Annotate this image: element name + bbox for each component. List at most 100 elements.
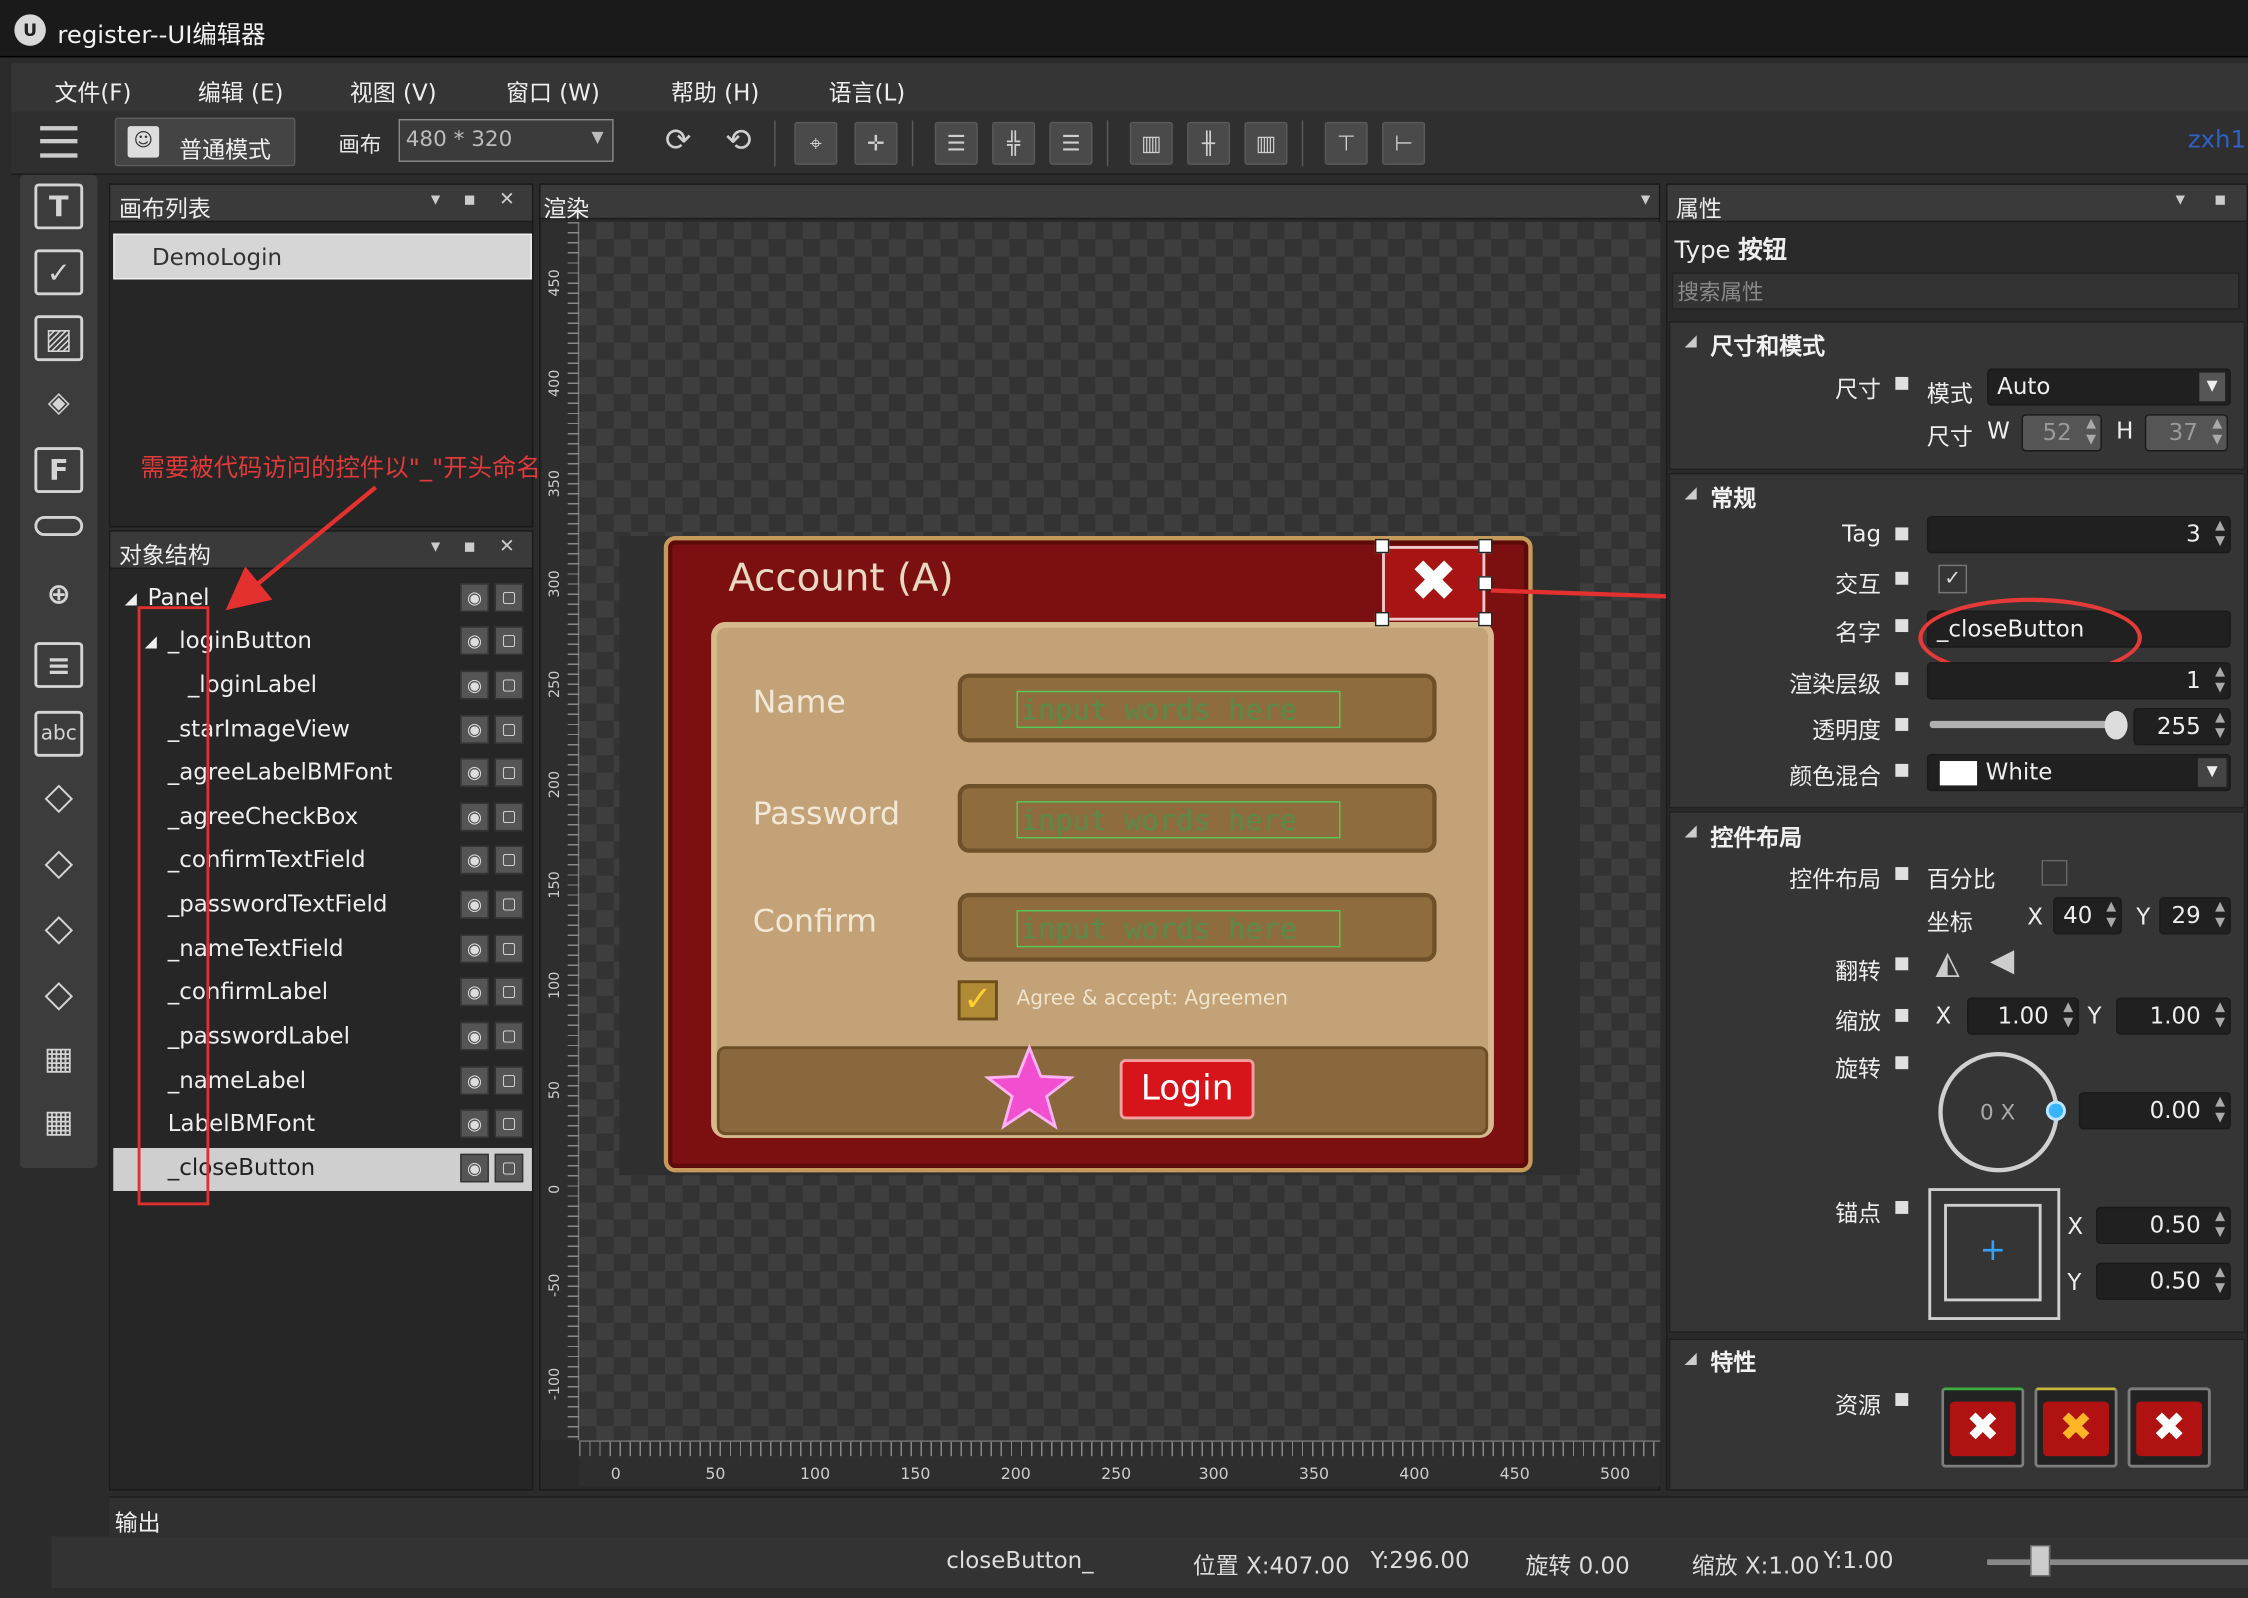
flip-horizontal-icon[interactable]: ◭ <box>1935 946 1959 982</box>
visibility-icon[interactable]: ◉ <box>460 802 489 832</box>
collapse-triangle-icon[interactable]: ◢ <box>1685 1349 1697 1368</box>
canvas-list-item[interactable]: DemoLogin <box>113 233 532 280</box>
property-marker-icon[interactable] <box>1895 763 1909 777</box>
spinner-icon[interactable]: ▲ ▼ <box>2215 900 2225 932</box>
property-marker-icon[interactable] <box>1895 672 1909 686</box>
scrollview-widget-icon[interactable]: ◇ <box>34 843 83 889</box>
property-marker-icon[interactable] <box>1895 1056 1909 1070</box>
opacity-slider-thumb[interactable] <box>2104 710 2128 740</box>
move-tool-icon[interactable]: ✛ <box>854 121 898 165</box>
name-textfield[interactable]: input words here <box>957 673 1437 743</box>
selection-handle[interactable] <box>1374 611 1390 627</box>
zoom-slider-thumb[interactable] <box>2030 1544 2051 1577</box>
normal-resource-thumb[interactable]: ✖ <box>1941 1387 2025 1468</box>
spinner-icon[interactable]: ▲ ▼ <box>2215 519 2225 551</box>
align-bottom-icon[interactable]: ☰ <box>1049 121 1093 165</box>
user-label[interactable]: zxh1 <box>2188 126 2246 155</box>
textfield-widget-icon[interactable]: abc <box>34 710 84 757</box>
scale-y-field[interactable]: 1.00 ▲ ▼ <box>2116 997 2231 1035</box>
mode-button[interactable]: ☺ 普通模式 <box>114 117 296 167</box>
menu-language[interactable]: 语言(L) <box>829 73 906 107</box>
opacity-field[interactable]: 255 ▲ ▼ <box>2133 708 2231 746</box>
checkbox-widget-icon[interactable]: ✓ <box>34 249 84 296</box>
flip-vertical-icon[interactable]: ◀ <box>1990 943 2014 979</box>
zoom-slider[interactable] <box>1987 1559 2248 1566</box>
selection-handle[interactable] <box>1478 576 1493 591</box>
lock-icon[interactable]: ▢ <box>494 715 524 744</box>
visibility-icon[interactable]: ◉ <box>460 1109 489 1138</box>
lock-icon[interactable]: ▢ <box>494 802 524 832</box>
spinner-icon[interactable]: ▲ ▼ <box>2215 1000 2225 1032</box>
visibility-icon[interactable]: ◉ <box>460 845 489 875</box>
spinner-icon[interactable]: ▲ ▼ <box>2063 1000 2073 1032</box>
panel-controls-icon[interactable]: ▾ ▪ ✕ <box>431 189 523 210</box>
confirm-label[interactable]: Confirm <box>753 904 877 940</box>
spinner-icon[interactable]: ▲ ▼ <box>2086 417 2096 449</box>
visibility-icon[interactable]: ◉ <box>460 977 489 1007</box>
hamburger-menu-icon[interactable] <box>40 126 78 158</box>
selection-handle[interactable] <box>1478 538 1493 554</box>
align-middle-icon[interactable]: ╬ <box>992 121 1036 165</box>
agree-label[interactable]: Agree & accept: Agreemen <box>1016 987 1287 1010</box>
grid2-widget-icon[interactable]: ▦ <box>34 1104 83 1150</box>
spinner-icon[interactable]: ▲ ▼ <box>2215 665 2225 697</box>
property-marker-icon[interactable] <box>1895 1393 1909 1406</box>
collapse-triangle-icon[interactable]: ◢ <box>1685 331 1697 350</box>
confirm-textfield[interactable]: input words here <box>957 892 1437 962</box>
lock-icon[interactable]: ▢ <box>494 934 524 964</box>
image-widget-icon[interactable]: ▨ <box>34 315 84 362</box>
height-field[interactable]: 37 ▲ ▼ <box>2144 414 2228 452</box>
spinner-icon[interactable]: ▲ ▼ <box>2215 1095 2225 1127</box>
menu-view[interactable]: 视图 (V) <box>350 73 437 107</box>
menu-file[interactable]: 文件(F) <box>54 73 131 107</box>
visibility-icon[interactable]: ◉ <box>460 934 489 964</box>
visibility-icon[interactable]: ◉ <box>460 715 489 744</box>
property-marker-icon[interactable] <box>1895 571 1909 585</box>
spinner-icon[interactable]: ▲ ▼ <box>2106 900 2116 932</box>
menu-help[interactable]: 帮助 (H) <box>671 73 759 107</box>
selection-handle[interactable] <box>1478 611 1493 627</box>
lock-icon[interactable]: ▢ <box>494 977 524 1007</box>
lock-icon[interactable]: ▢ <box>494 845 524 875</box>
visibility-icon[interactable]: ◉ <box>460 1153 489 1183</box>
spinner-icon[interactable]: ▲ ▼ <box>2212 417 2222 449</box>
panel-controls-icon[interactable]: ▾ ▪ <box>2176 189 2238 210</box>
lock-icon[interactable]: ▢ <box>494 1153 524 1183</box>
property-marker-icon[interactable] <box>1895 619 1909 633</box>
tag-widget-icon[interactable]: ◈ <box>34 381 83 427</box>
lock-icon[interactable]: ▢ <box>494 890 524 919</box>
color-blend-select[interactable]: White ▼ <box>1926 753 2231 792</box>
align-right-icon[interactable]: ▥ <box>1244 121 1288 165</box>
visibility-icon[interactable]: ◉ <box>460 1066 489 1095</box>
listview-widget-icon[interactable]: ◇ <box>34 909 83 955</box>
visibility-icon[interactable]: ◉ <box>460 890 489 919</box>
pos-x-field[interactable]: 40 ▲ ▼ <box>2053 897 2122 935</box>
canvas-size-select[interactable]: 480 * 320 ▼ <box>398 118 614 162</box>
visibility-icon[interactable]: ◉ <box>460 626 489 655</box>
visibility-icon[interactable]: ◉ <box>460 670 489 700</box>
agree-checkbox[interactable]: ✓ <box>957 980 998 1021</box>
login-button[interactable]: Login <box>1119 1059 1255 1120</box>
visibility-icon[interactable]: ◉ <box>460 758 489 787</box>
dialog-title[interactable]: Account (A) <box>728 556 953 600</box>
password-label[interactable]: Password <box>753 797 900 833</box>
selection-handle[interactable] <box>1374 538 1390 554</box>
visibility-icon[interactable]: ◉ <box>460 1021 489 1051</box>
rotation-field[interactable]: 0.00 ▲ ▼ <box>2078 1092 2231 1130</box>
chevron-down-icon[interactable]: ▼ <box>2197 758 2227 787</box>
menu-edit[interactable]: 编辑 (E) <box>198 73 284 107</box>
visibility-icon[interactable]: ◉ <box>460 583 489 612</box>
output-title[interactable]: 输出 <box>115 1503 161 1537</box>
spinner-icon[interactable]: ▲ ▼ <box>2215 1210 2225 1242</box>
property-marker-icon[interactable] <box>1895 718 1909 731</box>
list-widget-icon[interactable]: ≡ <box>34 642 84 688</box>
lock-icon[interactable]: ▢ <box>494 670 524 700</box>
text-widget-icon[interactable]: T <box>34 183 84 230</box>
anchor-x-field[interactable]: 0.50 ▲ ▼ <box>2096 1206 2231 1245</box>
align-left-icon[interactable]: ▥ <box>1129 121 1173 165</box>
distribute-vertical-icon[interactable]: ⊤ <box>1324 121 1368 165</box>
rotation-handle[interactable] <box>2045 1100 2066 1121</box>
percent-checkbox[interactable] <box>2041 859 2068 886</box>
star-icon[interactable] <box>983 1042 1076 1134</box>
chevron-down-icon[interactable]: ▼ <box>2199 372 2226 402</box>
